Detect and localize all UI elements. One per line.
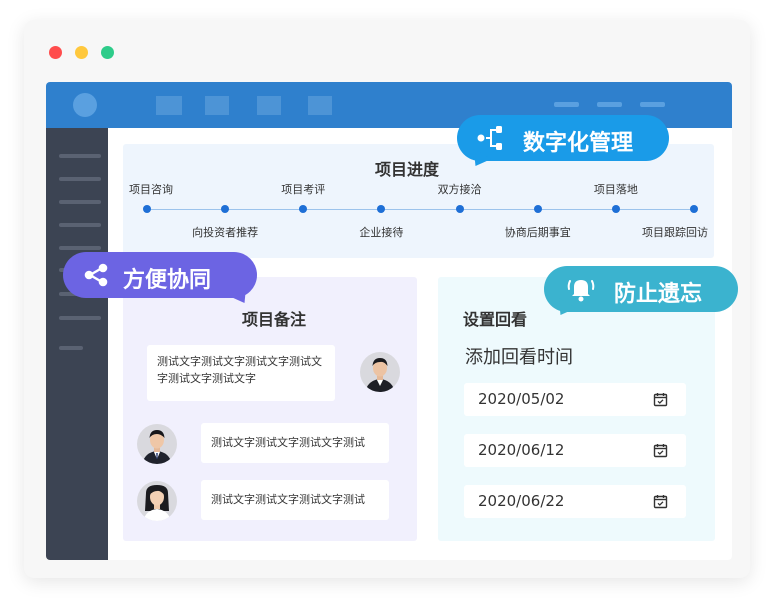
sidebar-item-placeholder[interactable] [59,200,101,204]
user-avatar-placeholder[interactable] [73,93,97,117]
progress-step-label: 双方接洽 [437,183,482,196]
review-title: 设置回看 [463,310,528,329]
sidebar-item-placeholder[interactable] [59,177,101,181]
close-window-dot[interactable] [49,46,62,59]
project-notes-panel: 项目备注 测试文字测试文字测试文字测试文字测试文字测试文字 测试文字测试文字测试… [123,277,417,541]
sidebar-item-placeholder[interactable] [59,223,101,227]
sidebar-item-placeholder[interactable] [59,316,101,320]
bell-icon [566,275,596,309]
notes-title: 项目备注 [242,310,307,329]
calendar-icon[interactable] [653,494,668,513]
header-link-placeholder[interactable] [554,102,579,107]
progress-step-node[interactable] [611,205,620,213]
nav-item-placeholder[interactable] [257,96,281,115]
note-card[interactable]: 测试文字测试文字测试文字测试 [201,480,389,520]
calendar-icon[interactable] [653,443,668,462]
progress-step-label: 向投资者推荐 [192,226,259,239]
progress-step-label: 项目考评 [281,183,326,196]
review-date-value: 2020/06/22 [478,492,565,510]
note-card[interactable]: 测试文字测试文字测试文字测试 [201,423,389,463]
progress-title: 项目进度 [375,160,440,179]
progress-step-label: 项目落地 [593,183,638,196]
sidebar-item-placeholder[interactable] [59,346,83,350]
prevent-forgetting-label: 防止遗忘 [614,282,703,307]
review-date-value: 2020/06/12 [478,441,565,459]
project-progress-panel: 项目进度 项目咨询向投资者推荐 项目考评企业接待 双方接洽协商后期事宜 项目落地项目跟… [123,144,714,258]
digital-management-label: 数字化管理 [523,131,634,156]
maximize-window-dot[interactable] [101,46,114,59]
review-date-field[interactable]: 2020/06/12 [464,434,686,467]
progress-step-label: 项目跟踪回访 [642,226,708,239]
sidebar-item-placeholder[interactable] [59,246,101,250]
digital-management-callout: 数字化管理 [457,115,669,172]
minimize-window-dot[interactable] [75,46,88,59]
hierarchy-icon [477,126,503,156]
note-card[interactable]: 测试文字测试文字测试文字测试文字测试文字测试文字 [147,345,335,401]
share-icon [83,263,109,293]
review-subtitle: 添加回看时间 [465,347,573,368]
calendar-icon[interactable] [653,392,668,411]
avatar[interactable] [360,352,400,392]
progress-step-node[interactable] [221,205,230,213]
progress-step-node[interactable] [690,205,698,213]
header-link-placeholder[interactable] [640,102,665,107]
nav-item-placeholder[interactable] [205,96,229,115]
easy-collaboration-callout: 方便协同 [63,252,257,309]
progress-step-node[interactable] [377,205,386,213]
nav-item-placeholder[interactable] [308,96,332,115]
avatar[interactable] [137,424,177,464]
sidebar-item-placeholder[interactable] [59,154,101,158]
progress-step-node[interactable] [533,205,542,213]
prevent-forgetting-callout: 防止遗忘 [544,266,738,321]
progress-step-node[interactable] [299,205,308,213]
progress-step-node[interactable] [455,205,464,213]
progress-step-label: 协商后期事宜 [504,226,571,239]
sidebar [46,128,108,560]
progress-step-node[interactable] [143,205,151,213]
review-date-field[interactable]: 2020/05/02 [464,383,686,416]
header-link-placeholder[interactable] [597,102,622,107]
progress-step-label: 项目咨询 [129,183,173,196]
nav-item-placeholder[interactable] [156,96,182,115]
set-review-panel: 设置回看 添加回看时间 2020/05/02 2020/06/12 2020/0… [438,277,715,541]
review-date-field[interactable]: 2020/06/22 [464,485,686,518]
review-date-value: 2020/05/02 [478,390,565,408]
easy-collaboration-label: 方便协同 [123,268,212,293]
avatar[interactable] [137,481,177,521]
progress-step-label: 企业接待 [359,226,404,239]
